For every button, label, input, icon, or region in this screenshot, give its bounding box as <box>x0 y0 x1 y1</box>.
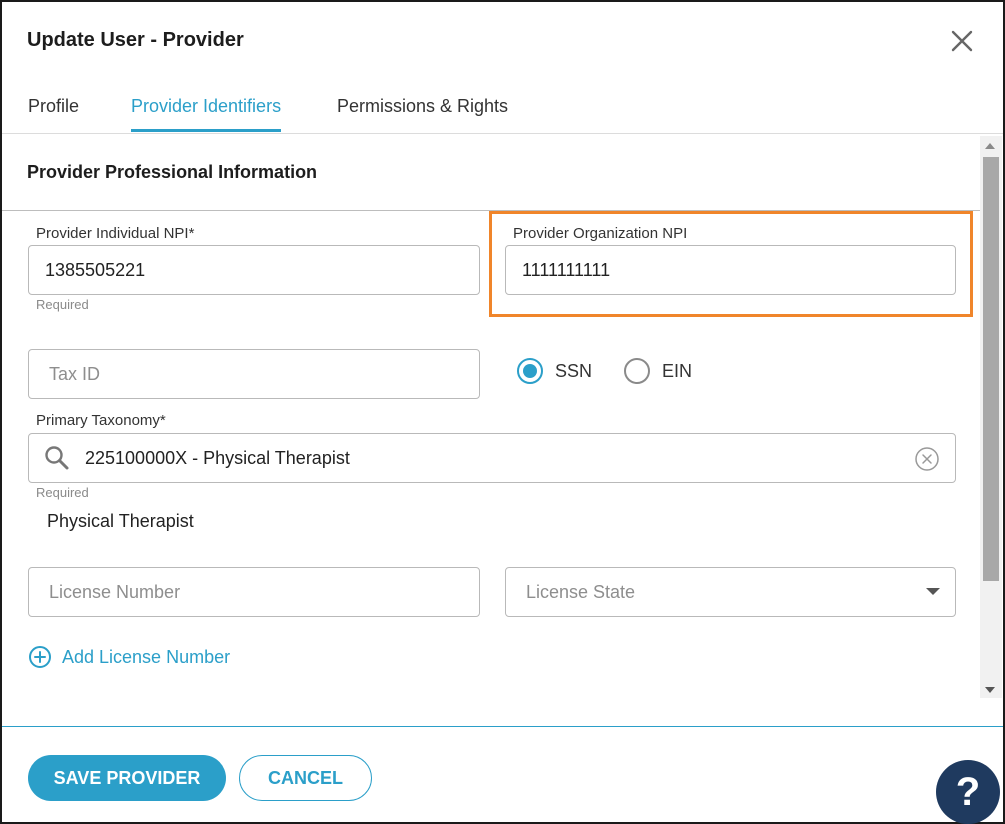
plus-circle-icon <box>28 645 52 669</box>
tab-bar: Profile Provider Identifiers Permissions… <box>2 86 1003 134</box>
add-license-number-button[interactable]: Add License Number <box>28 645 230 669</box>
chevron-down-icon <box>926 588 940 595</box>
ein-label: EIN <box>662 360 693 381</box>
primary-taxonomy-input[interactable]: 225100000X - Physical Therapist <box>28 433 956 483</box>
search-icon <box>44 445 70 471</box>
primary-taxonomy-label: Primary Taxonomy* <box>36 412 166 429</box>
ssn-label: SSN <box>555 360 593 381</box>
ssn-radio[interactable]: SSN <box>517 358 592 384</box>
radio-unchecked-icon <box>624 358 650 384</box>
tab-provider-identifiers[interactable]: Provider Identifiers <box>131 96 282 132</box>
footer-divider <box>2 726 1003 727</box>
scrollbar-thumb[interactable] <box>983 157 999 581</box>
primary-taxonomy-hint: Required <box>36 485 89 500</box>
clear-circle-icon[interactable] <box>914 446 940 472</box>
individual-npi-label: Provider Individual NPI* <box>36 225 195 242</box>
taxonomy-description: Physical Therapist <box>47 511 194 531</box>
close-icon[interactable] <box>948 27 976 55</box>
license-number-input[interactable]: License Number <box>28 567 480 617</box>
cancel-button[interactable]: CANCEL <box>239 755 372 801</box>
radio-checked-icon <box>517 358 543 384</box>
scroll-up-arrow-icon[interactable] <box>985 143 995 149</box>
add-license-number-label: Add License Number <box>62 646 231 667</box>
save-provider-button[interactable]: SAVE PROVIDER <box>28 755 226 801</box>
update-user-dialog: Update User - Provider Profile Provider … <box>0 0 1005 824</box>
organization-npi-label: Provider Organization NPI <box>513 225 688 242</box>
section-title: Provider Professional Information <box>27 162 318 182</box>
individual-npi-input[interactable]: 1385505221 <box>28 245 480 295</box>
tax-id-input[interactable]: Tax ID <box>28 349 480 399</box>
scroll-down-arrow-icon[interactable] <box>985 687 995 693</box>
individual-npi-hint: Required <box>36 297 89 312</box>
tab-profile[interactable]: Profile <box>28 96 79 129</box>
dialog-title: Update User - Provider <box>27 29 244 51</box>
license-state-select[interactable]: License State <box>505 567 956 617</box>
tab-permissions-rights[interactable]: Permissions & Rights <box>337 96 508 129</box>
ein-radio[interactable]: EIN <box>624 358 692 384</box>
organization-npi-input[interactable]: 1111111111 <box>505 245 956 295</box>
help-button[interactable]: ? <box>936 760 1000 824</box>
